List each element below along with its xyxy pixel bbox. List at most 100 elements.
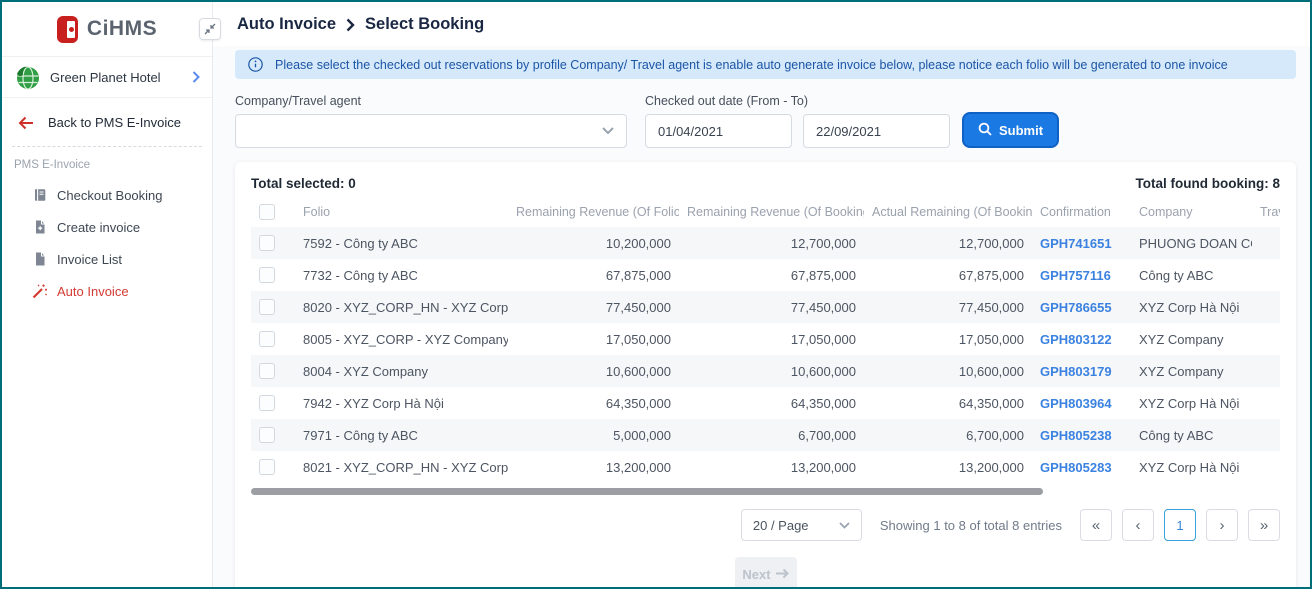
back-to-pms-link[interactable]: Back to PMS E-Invoice — [2, 98, 212, 144]
row-checkbox[interactable] — [259, 267, 275, 283]
travel-agent-cell — [1252, 291, 1280, 323]
file-plus-icon — [32, 219, 48, 235]
confirmation-link[interactable]: GPH741651 — [1040, 236, 1112, 251]
actual-remaining-cell: 67,875,000 — [864, 259, 1032, 291]
sidebar-item-label: Create invoice — [57, 220, 140, 235]
confirmation-link[interactable]: GPH786655 — [1040, 300, 1112, 315]
sidebar-item-auto-invoice[interactable]: Auto Invoice — [2, 275, 212, 307]
breadcrumb-parent[interactable]: Auto Invoice — [237, 15, 336, 34]
info-banner: Please select the checked out reservatio… — [235, 50, 1296, 79]
row-checkbox[interactable] — [259, 459, 275, 475]
next-step-button[interactable]: Next — [735, 557, 797, 587]
row-checkbox[interactable] — [259, 331, 275, 347]
row-checkbox[interactable] — [259, 299, 275, 315]
magic-wand-icon — [32, 283, 48, 299]
row-checkbox[interactable] — [259, 395, 275, 411]
folio-cell: 7971 - Công ty ABC — [295, 419, 508, 451]
booking-table-card: Total selected: 0 Total found booking: 8… — [235, 162, 1296, 587]
company-cell: PHUONG DOAN CORP — [1131, 227, 1252, 259]
brand-logo: CiHMS — [2, 2, 212, 57]
arrow-left-icon — [18, 116, 34, 130]
total-selected: Total selected: 0 — [251, 176, 356, 191]
breadcrumb-current: Select Booking — [365, 15, 484, 34]
folio-cell: 8021 - XYZ_CORP_HN - XYZ Corp Hà Nội — [295, 451, 508, 483]
rr-booking-cell: 13,200,000 — [679, 451, 864, 483]
confirmation-link[interactable]: GPH757116 — [1040, 268, 1111, 283]
first-page-button[interactable]: « — [1080, 509, 1112, 541]
date-filter-label: Checked out date (From - To) — [645, 94, 950, 108]
row-checkbox[interactable] — [259, 427, 275, 443]
company-cell: Công ty ABC — [1131, 419, 1252, 451]
confirmation-link[interactable]: GPH805238 — [1040, 428, 1112, 443]
actual-remaining-cell: 13,200,000 — [864, 451, 1032, 483]
cihms-logo-icon — [57, 16, 78, 43]
sidebar-item-label: Invoice List — [57, 252, 122, 267]
confirmation-link[interactable]: GPH803179 — [1040, 364, 1112, 379]
select-all-checkbox[interactable] — [259, 204, 275, 220]
table-row: 8004 - XYZ Company 10,600,000 10,600,000… — [251, 355, 1280, 387]
date-to-input[interactable] — [803, 114, 950, 148]
app-window: CiHMS Green Planet Hotel Back to PMS E-I… — [0, 0, 1312, 589]
travel-agent-cell — [1252, 355, 1280, 387]
sidebar-collapse-button[interactable] — [199, 18, 221, 40]
actual-remaining-cell: 64,350,000 — [864, 387, 1032, 419]
company-cell: XYZ Corp Hà Nội — [1131, 451, 1252, 483]
date-from-input[interactable] — [645, 114, 792, 148]
actual-remaining-cell: 77,450,000 — [864, 291, 1032, 323]
date-filter: Checked out date (From - To) — [645, 94, 950, 148]
sidebar-item-label: Checkout Booking — [57, 188, 163, 203]
company-cell: XYZ Corp Hà Nội — [1131, 291, 1252, 323]
folio-cell: 7732 - Công ty ABC — [295, 259, 508, 291]
sidebar-item-create-invoice[interactable]: Create invoice — [2, 211, 212, 243]
next-page-button[interactable]: › — [1206, 509, 1238, 541]
prev-page-button[interactable]: ‹ — [1122, 509, 1154, 541]
file-icon — [32, 251, 48, 267]
page-number-button[interactable]: 1 — [1164, 509, 1196, 541]
confirmation-link[interactable]: GPH803964 — [1040, 396, 1112, 411]
sidebar-item-label: Auto Invoice — [57, 284, 129, 299]
sidebar-item-checkout-booking[interactable]: Checkout Booking — [2, 179, 212, 211]
divider — [12, 146, 202, 147]
page-size-select[interactable]: 20 / Page — [741, 509, 862, 541]
page-size-value: 20 / Page — [753, 518, 809, 533]
row-checkbox[interactable] — [259, 363, 275, 379]
table-row: 7592 - Công ty ABC 10,200,000 12,700,000… — [251, 227, 1280, 259]
content: Please select the checked out reservatio… — [213, 46, 1310, 587]
chevron-down-icon — [839, 522, 850, 529]
chevron-right-icon — [192, 71, 200, 83]
hotel-selector[interactable]: Green Planet Hotel — [2, 57, 212, 98]
company-filter: Company/Travel agent — [235, 94, 627, 148]
last-page-button[interactable]: » — [1248, 509, 1280, 541]
col-company: Company — [1131, 197, 1252, 227]
banner-text: Please select the checked out reservatio… — [275, 58, 1228, 72]
brand-name: CiHMS — [87, 17, 157, 41]
confirmation-link[interactable]: GPH803122 — [1040, 332, 1112, 347]
filters: Company/Travel agent Checked out date (F… — [235, 94, 1296, 148]
table-row: 7732 - Công ty ABC 67,875,000 67,875,000… — [251, 259, 1280, 291]
rr-folio-cell: 13,200,000 — [508, 451, 679, 483]
back-label: Back to PMS E-Invoice — [48, 115, 181, 130]
company-select[interactable] — [235, 114, 627, 148]
actual-remaining-cell: 12,700,000 — [864, 227, 1032, 259]
pagination-summary: Showing 1 to 8 of total 8 entries — [880, 518, 1062, 533]
col-rr-folio: Remaining Revenue (Of Folio) — [508, 197, 679, 227]
folio-cell: 7942 - XYZ Corp Hà Nội — [295, 387, 508, 419]
folio-cell: 8004 - XYZ Company — [295, 355, 508, 387]
scrollbar-thumb[interactable] — [251, 488, 1043, 495]
rr-booking-cell: 67,875,000 — [679, 259, 864, 291]
book-icon — [32, 187, 48, 203]
info-icon — [248, 57, 263, 72]
rr-folio-cell: 10,200,000 — [508, 227, 679, 259]
row-checkbox[interactable] — [259, 235, 275, 251]
rr-booking-cell: 17,050,000 — [679, 323, 864, 355]
company-cell: XYZ Corp Hà Nội — [1131, 387, 1252, 419]
arrow-right-icon — [775, 567, 789, 582]
chevron-right-icon — [346, 18, 355, 32]
sidebar-item-invoice-list[interactable]: Invoice List — [2, 243, 212, 275]
rr-booking-cell: 10,600,000 — [679, 355, 864, 387]
table-header-row: Folio Remaining Revenue (Of Folio) Remai… — [251, 197, 1280, 227]
travel-agent-cell — [1252, 419, 1280, 451]
submit-button[interactable]: Submit — [962, 112, 1059, 148]
confirmation-link[interactable]: GPH805283 — [1040, 460, 1112, 475]
company-cell: XYZ Company — [1131, 323, 1252, 355]
